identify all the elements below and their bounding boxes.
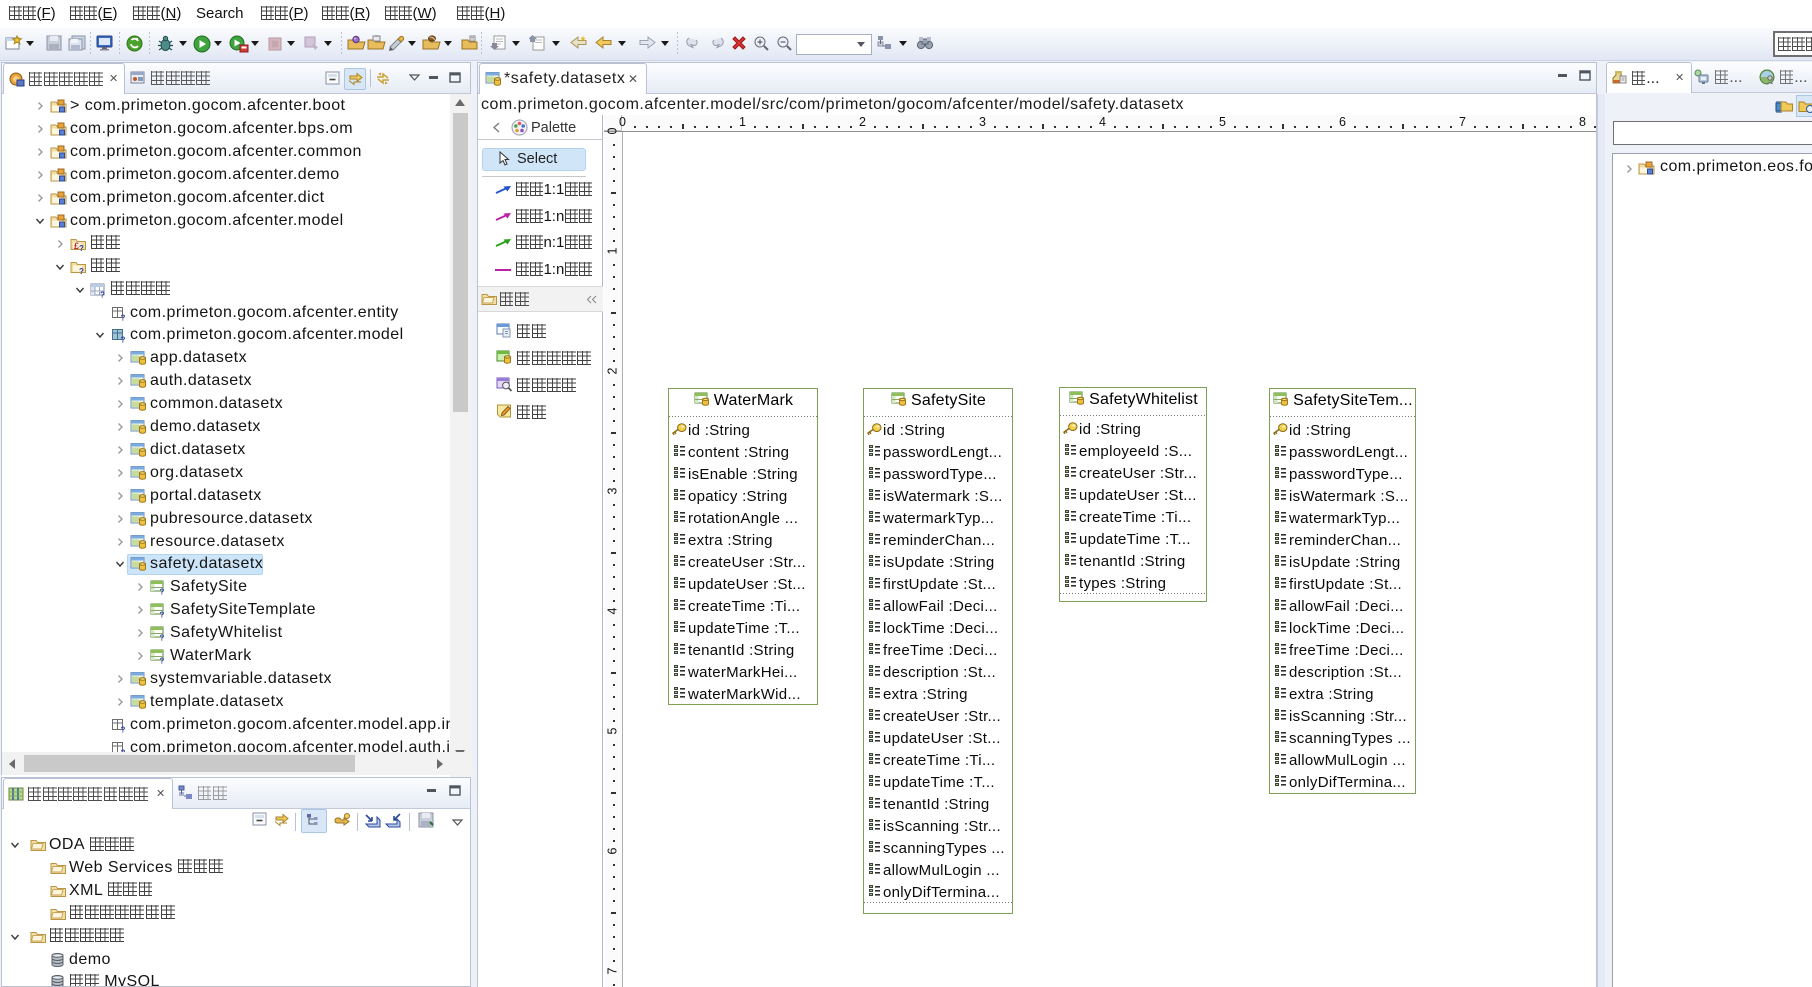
svg-text:?: ? (121, 725, 126, 733)
svg-text:?: ? (160, 588, 165, 596)
svg-text:?: ? (121, 313, 126, 321)
svg-text:?: ? (100, 290, 105, 298)
svg-text:?: ? (160, 657, 165, 665)
svg-text:?: ? (160, 611, 165, 619)
svg-text:?: ? (121, 336, 126, 344)
svg-text:?: ? (160, 634, 165, 642)
svg-text:?: ? (79, 267, 84, 275)
svg-text:?: ? (79, 244, 84, 252)
